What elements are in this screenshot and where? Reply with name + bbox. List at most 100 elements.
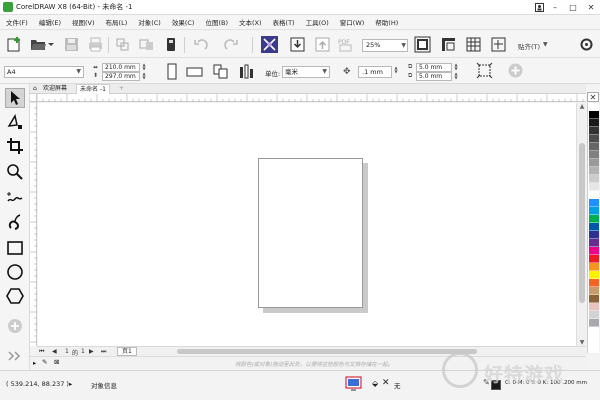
redo-icon[interactable]: [223, 36, 240, 53]
nudge-spinner[interactable]: ▲ ▼: [393, 66, 399, 78]
save-icon[interactable]: [63, 36, 80, 53]
color-swatch[interactable]: [589, 151, 599, 159]
units-select[interactable]: 毫米 ▼: [282, 66, 330, 78]
page-height-spinner[interactable]: ▲ ▼: [141, 72, 147, 81]
document-page[interactable]: [258, 158, 363, 308]
menu-tools[interactable]: 工具(O): [306, 17, 329, 27]
page-width-field[interactable]: 210.0 mm: [102, 63, 140, 72]
zoom-tool-icon[interactable]: [5, 162, 25, 182]
no-color-swatch-icon[interactable]: ✕: [587, 92, 599, 102]
fill-icon[interactable]: ⬙: [372, 379, 378, 388]
rectangle-tool-icon[interactable]: [5, 238, 25, 258]
color-swatch[interactable]: [589, 103, 599, 111]
export-up-icon[interactable]: [314, 36, 331, 53]
color-swatch[interactable]: [589, 279, 599, 287]
ruler-origin[interactable]: [30, 94, 37, 102]
color-swatch[interactable]: [589, 191, 599, 199]
color-swatch[interactable]: [589, 119, 599, 127]
menu-text[interactable]: 文本(X): [239, 17, 262, 27]
open-icon[interactable]: [30, 36, 47, 53]
color-swatch[interactable]: [589, 111, 599, 119]
vertical-scrollbar[interactable]: ▲ ▼: [576, 103, 586, 346]
zoom-level-select[interactable]: 25% ▼: [362, 39, 408, 52]
page-tab-1[interactable]: 页1: [117, 347, 137, 356]
color-swatch[interactable]: [589, 239, 599, 247]
open-dropdown-icon[interactable]: [47, 36, 55, 53]
eyedropper-icon[interactable]: ✎: [42, 358, 47, 366]
menu-bitmaps[interactable]: 位图(B): [205, 17, 228, 27]
landscape-icon[interactable]: [186, 63, 203, 80]
color-swatch[interactable]: [589, 311, 599, 319]
current-page-icon[interactable]: [238, 63, 255, 80]
menu-object[interactable]: 对象(C): [138, 17, 161, 27]
menu-effects[interactable]: 效果(C): [172, 17, 195, 27]
shape-tool-icon[interactable]: [5, 112, 25, 132]
outline-none-icon[interactable]: ✕: [382, 378, 390, 388]
new-tab-icon[interactable]: +: [116, 84, 127, 94]
snap-icon[interactable]: [490, 36, 507, 53]
menu-help[interactable]: 帮助(H): [375, 17, 398, 27]
color-swatch[interactable]: [589, 159, 599, 167]
publish-icon[interactable]: [163, 36, 180, 53]
menu-file[interactable]: 文件(F): [6, 17, 28, 27]
crop-tool-icon[interactable]: [5, 136, 25, 156]
print-icon[interactable]: [87, 36, 104, 53]
color-swatch[interactable]: [589, 215, 599, 223]
color-swatch[interactable]: [589, 183, 599, 191]
search-content-icon[interactable]: [261, 36, 278, 53]
color-swatch[interactable]: [589, 167, 599, 175]
add-tool-icon[interactable]: [5, 316, 25, 336]
vertical-scroll-thumb[interactable]: [579, 143, 585, 303]
color-proofing-icon[interactable]: [345, 375, 362, 392]
minimize-button[interactable]: –: [546, 0, 564, 15]
page-size-select[interactable]: A4 ▼: [4, 66, 84, 78]
export-icon[interactable]: [138, 36, 155, 53]
new-document-icon[interactable]: [6, 36, 23, 53]
duplicate-x-field[interactable]: 5.0 mm: [416, 63, 452, 72]
menu-edit[interactable]: 编辑(E): [39, 17, 61, 27]
add-page-icon[interactable]: ⏭: [101, 348, 106, 356]
expand-icon[interactable]: ▸: [69, 380, 72, 388]
duplicate-y-spinner[interactable]: ▲ ▼: [453, 72, 459, 81]
color-swatch[interactable]: [589, 303, 599, 311]
close-button[interactable]: ✕: [582, 0, 600, 15]
color-swatch[interactable]: [589, 223, 599, 231]
full-screen-icon[interactable]: [414, 36, 431, 53]
page-height-field[interactable]: 297.0 mm: [102, 72, 140, 81]
scroll-down-icon[interactable]: ▼: [577, 339, 587, 346]
color-swatch[interactable]: [589, 175, 599, 183]
polygon-tool-icon[interactable]: [5, 286, 25, 306]
home-icon[interactable]: ⌂: [30, 84, 40, 94]
vertical-ruler[interactable]: [30, 101, 37, 346]
chevron-down-icon[interactable]: ▼: [543, 41, 548, 48]
menu-table[interactable]: 表格(T): [273, 17, 295, 27]
artistic-media-tool-icon[interactable]: [5, 212, 25, 232]
rulers-icon[interactable]: [440, 36, 457, 53]
page-border-icon[interactable]: [476, 62, 493, 79]
color-swatch[interactable]: [589, 199, 599, 207]
options-icon[interactable]: [578, 36, 595, 53]
freehand-tool-icon[interactable]: [5, 188, 25, 208]
portrait-icon[interactable]: [163, 63, 180, 80]
color-swatch[interactable]: [589, 247, 599, 255]
color-swatch[interactable]: [589, 207, 599, 215]
import-icon[interactable]: [114, 36, 131, 53]
color-swatch[interactable]: [589, 143, 599, 151]
color-swatch[interactable]: [589, 255, 599, 263]
color-swatch[interactable]: [589, 295, 599, 303]
import-down-icon[interactable]: [289, 36, 306, 53]
all-pages-icon[interactable]: [213, 63, 230, 80]
grid-icon[interactable]: [465, 36, 482, 53]
next-page-icon[interactable]: ▶: [89, 348, 94, 355]
first-page-icon[interactable]: ⏮: [39, 348, 44, 356]
menu-layout[interactable]: 布局(L): [106, 17, 128, 27]
no-fill-swatch-icon[interactable]: ⊠: [54, 358, 59, 366]
user-icon[interactable]: [532, 0, 546, 15]
pick-tool-icon[interactable]: [5, 88, 25, 108]
expand-toolbox-icon[interactable]: [5, 346, 25, 366]
color-swatch[interactable]: [589, 319, 599, 327]
no-color-icon[interactable]: ▸: [33, 359, 36, 367]
menu-window[interactable]: 窗口(W): [340, 17, 365, 27]
tab-welcome-screen[interactable]: 欢迎屏幕: [40, 84, 70, 94]
duplicate-y-field[interactable]: 5.0 mm: [416, 72, 452, 81]
